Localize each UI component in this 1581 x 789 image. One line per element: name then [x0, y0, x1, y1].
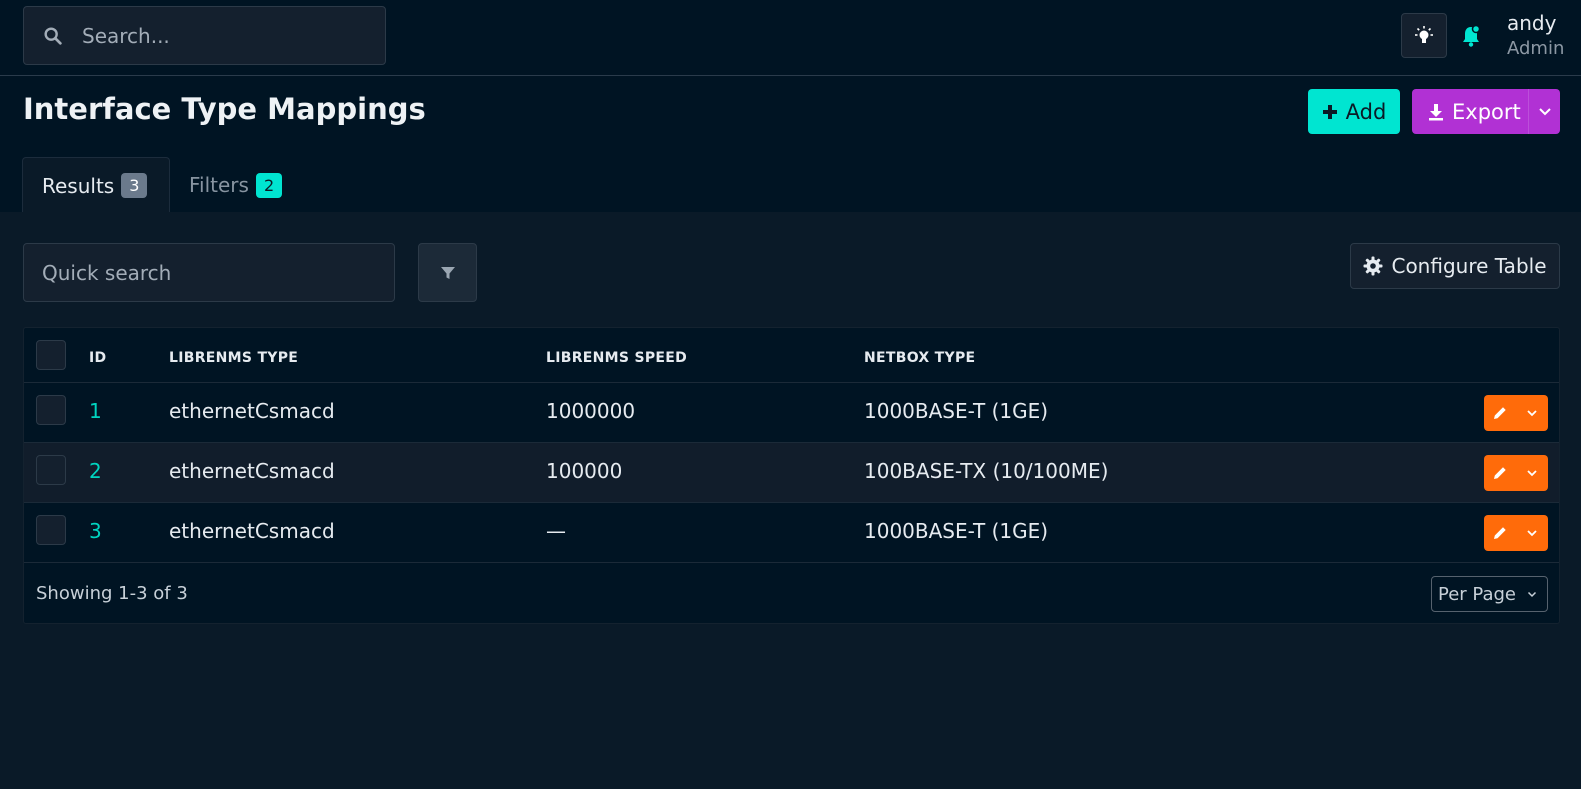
user-role: Admin	[1507, 38, 1565, 59]
row-actions	[1484, 455, 1548, 491]
column-header-librenms-speed[interactable]: LIBRENMS SPEED	[546, 350, 687, 366]
global-search-input[interactable]	[82, 23, 362, 48]
lightbulb-icon	[1415, 25, 1433, 43]
column-header-id[interactable]: ID	[89, 350, 106, 366]
row-netbox-type: 1000BASE-T (1GE)	[864, 519, 1049, 543]
tab-filters[interactable]: Filters 2	[170, 157, 300, 213]
row-actions-dropdown[interactable]	[1516, 515, 1548, 551]
export-button[interactable]: Export	[1412, 89, 1560, 134]
chevron-down-icon	[1538, 107, 1551, 115]
export-main[interactable]: Export	[1412, 100, 1528, 124]
chevron-down-icon	[1527, 591, 1537, 597]
row-librenms-speed: 100000	[546, 459, 623, 483]
global-search[interactable]	[23, 6, 386, 65]
row-librenms-type: ethernetCsmacd	[169, 459, 335, 483]
row-librenms-type: ethernetCsmacd	[169, 519, 335, 543]
column-header-librenms-type[interactable]: LIBRENMS TYPE	[169, 350, 298, 366]
per-page-label: Per Page	[1438, 583, 1516, 605]
search-icon	[44, 26, 62, 45]
results-table: ID LIBRENMS TYPE LIBRENMS SPEED NETBOX T…	[23, 327, 1560, 624]
add-button[interactable]: Add	[1308, 89, 1400, 134]
pencil-icon	[1494, 407, 1506, 419]
tab-results[interactable]: Results 3	[22, 157, 170, 213]
quick-search[interactable]	[23, 243, 395, 302]
gear-icon	[1363, 256, 1383, 276]
export-button-label: Export	[1452, 99, 1521, 124]
row-checkbox[interactable]	[36, 515, 66, 545]
row-actions	[1484, 515, 1548, 551]
column-header-netbox-type[interactable]: NETBOX TYPE	[864, 350, 975, 366]
chevron-down-icon	[1527, 470, 1537, 477]
bell-icon[interactable]	[1460, 24, 1482, 48]
row-id-link[interactable]: 3	[89, 519, 102, 543]
table-header: ID LIBRENMS TYPE LIBRENMS SPEED NETBOX T…	[24, 328, 1559, 383]
top-bar: andy Admin	[0, 0, 1581, 76]
row-actions-dropdown[interactable]	[1516, 455, 1548, 491]
add-button-label: Add	[1345, 99, 1387, 124]
results-count-badge: 3	[121, 173, 148, 198]
tab-results-label: Results	[42, 173, 115, 198]
row-librenms-speed: 1000000	[546, 399, 636, 423]
filter-icon	[440, 266, 455, 279]
download-icon	[1429, 103, 1443, 120]
export-dropdown-toggle[interactable]	[1528, 89, 1560, 134]
select-all-checkbox[interactable]	[36, 340, 66, 370]
tab-filters-label: Filters	[189, 173, 249, 197]
edit-button[interactable]	[1484, 515, 1516, 551]
row-netbox-type: 100BASE-TX (10/100ME)	[864, 459, 1109, 483]
row-librenms-speed: —	[546, 519, 566, 543]
configure-table-button[interactable]: Configure Table	[1350, 243, 1560, 289]
plus-icon	[1322, 104, 1337, 119]
pagination-summary: Showing 1-3 of 3	[36, 583, 188, 604]
chevron-down-icon	[1527, 530, 1537, 537]
row-id-link[interactable]: 2	[89, 459, 102, 483]
edit-button[interactable]	[1484, 395, 1516, 431]
theme-toggle-button[interactable]	[1401, 13, 1447, 58]
user-name[interactable]: andy	[1507, 11, 1556, 35]
filters-count-badge: 2	[255, 172, 283, 198]
table-row: 2 ethernetCsmacd 100000 100BASE-TX (10/1…	[24, 443, 1559, 503]
chevron-down-icon	[1527, 410, 1537, 417]
pencil-icon	[1494, 467, 1506, 479]
row-actions-dropdown[interactable]	[1516, 395, 1548, 431]
filter-button[interactable]	[418, 243, 477, 302]
per-page-select[interactable]: Per Page	[1431, 576, 1548, 612]
row-checkbox[interactable]	[36, 395, 66, 425]
table-row: 3 ethernetCsmacd — 1000BASE-T (1GE)	[24, 503, 1559, 563]
row-id-link[interactable]: 1	[89, 399, 102, 423]
row-checkbox[interactable]	[36, 455, 66, 485]
configure-table-label: Configure Table	[1391, 254, 1547, 278]
row-netbox-type: 1000BASE-T (1GE)	[864, 399, 1049, 423]
pencil-icon	[1494, 527, 1506, 539]
edit-button[interactable]	[1484, 455, 1516, 491]
page-title: Interface Type Mappings	[23, 92, 426, 126]
row-actions	[1484, 395, 1548, 431]
row-librenms-type: ethernetCsmacd	[169, 399, 335, 423]
quick-search-input[interactable]	[42, 260, 372, 285]
table-row: 1 ethernetCsmacd 1000000 1000BASE-T (1GE…	[24, 383, 1559, 443]
